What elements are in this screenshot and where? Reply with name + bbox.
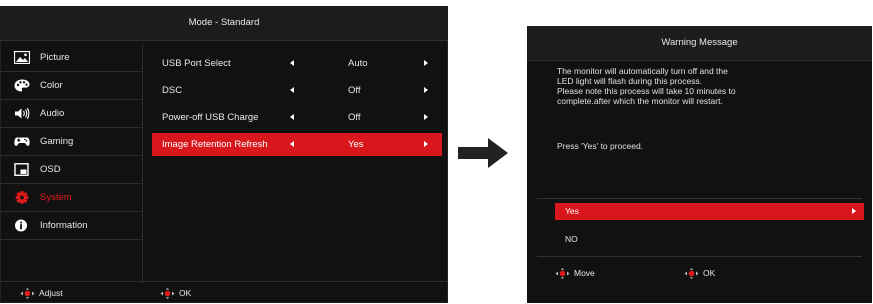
- sidebar-item-label: Picture: [40, 52, 70, 63]
- joystick-move-icon: [555, 268, 570, 279]
- setting-image-retention-refresh[interactable]: Image Retention Refresh Yes: [152, 133, 442, 156]
- option-yes[interactable]: Yes: [555, 203, 864, 220]
- sidebar: Picture Color Audio Gaming OSD System In…: [0, 44, 142, 240]
- gear-icon: [15, 191, 29, 204]
- panel-divider: [142, 44, 143, 284]
- sidebar-item-audio[interactable]: Audio: [0, 100, 142, 128]
- settings-list: USB Port Select Auto DSC Off Power-off U…: [152, 52, 442, 160]
- arrow-right-icon[interactable]: [424, 60, 428, 66]
- arrow-left-icon[interactable]: [290, 60, 294, 66]
- joystick-adjust-icon: [20, 288, 35, 299]
- joystick-ok-icon: [160, 288, 175, 299]
- osd-title: Mode - Standard: [0, 6, 448, 41]
- sidebar-item-system[interactable]: System: [0, 184, 142, 212]
- sidebar-item-label: Gaming: [40, 136, 74, 147]
- warning-line: Please note this process will take 10 mi…: [557, 86, 736, 96]
- option-label: NO: [565, 234, 578, 244]
- warning-line: The monitor will automatically turn off …: [557, 66, 728, 76]
- warning-prompt: Press 'Yes' to proceed.: [557, 141, 644, 151]
- arrow-left-icon[interactable]: [290, 141, 294, 147]
- arrow-right-icon: [852, 208, 856, 214]
- sidebar-item-label: Information: [40, 220, 88, 231]
- footer-adjust-label: Adjust: [39, 288, 63, 298]
- joystick-ok-icon: [684, 268, 699, 279]
- setting-value: Yes: [348, 139, 364, 150]
- sidebar-item-label: Color: [40, 80, 63, 91]
- sidebar-item-label: OSD: [40, 164, 61, 175]
- arrow-right-icon[interactable]: [424, 114, 428, 120]
- option-label: Yes: [565, 206, 579, 216]
- sidebar-item-gaming[interactable]: Gaming: [0, 128, 142, 156]
- sidebar-item-label: System: [40, 192, 72, 203]
- osd-footer: Adjust OK: [0, 281, 448, 304]
- footer-ok-label: OK: [703, 268, 716, 278]
- setting-label: USB Port Select: [162, 58, 231, 69]
- arrow-left-icon[interactable]: [290, 114, 294, 120]
- setting-value: Off: [348, 112, 361, 123]
- warning-title: Warning Message: [527, 26, 872, 61]
- sidebar-item-label: Audio: [40, 108, 65, 119]
- setting-power-off-usb-charge[interactable]: Power-off USB Charge Off: [152, 106, 442, 129]
- arrow-right-icon[interactable]: [424, 87, 428, 93]
- divider: [537, 198, 862, 199]
- speaker-icon: [15, 107, 30, 120]
- footer-move-label: Move: [574, 268, 595, 278]
- warning-line: complete.after which the monitor will re…: [557, 96, 723, 106]
- warning-line: LED light will flash during this process…: [557, 76, 703, 86]
- setting-label: Image Retention Refresh: [162, 139, 268, 150]
- gamepad-icon: [14, 137, 30, 146]
- option-no[interactable]: NO: [555, 231, 864, 248]
- palette-icon: [14, 79, 30, 92]
- divider: [537, 256, 862, 257]
- arrow-right-icon: [458, 138, 508, 168]
- sidebar-item-osd[interactable]: OSD: [0, 156, 142, 184]
- arrow-right-icon[interactable]: [424, 141, 428, 147]
- setting-value: Off: [348, 85, 361, 96]
- setting-dsc[interactable]: DSC Off: [152, 79, 442, 102]
- sidebar-item-picture[interactable]: Picture: [0, 44, 142, 72]
- setting-usb-port-select[interactable]: USB Port Select Auto: [152, 52, 442, 75]
- osd-window-icon: [14, 163, 29, 176]
- setting-label: DSC: [162, 85, 183, 96]
- osd-menu: Mode - Standard Picture Color Audio Gami…: [0, 6, 448, 303]
- setting-label: Power-off USB Charge: [162, 112, 259, 123]
- footer-ok-label: OK: [179, 288, 192, 298]
- picture-icon: [14, 51, 30, 64]
- warning-dialog: Warning Message The monitor will automat…: [527, 26, 872, 303]
- setting-value: Auto: [348, 58, 368, 69]
- sidebar-item-information[interactable]: Information: [0, 212, 142, 240]
- info-icon: [15, 219, 27, 232]
- warning-message: The monitor will automatically turn off …: [557, 66, 857, 106]
- sidebar-item-color[interactable]: Color: [0, 72, 142, 100]
- arrow-left-icon[interactable]: [290, 87, 294, 93]
